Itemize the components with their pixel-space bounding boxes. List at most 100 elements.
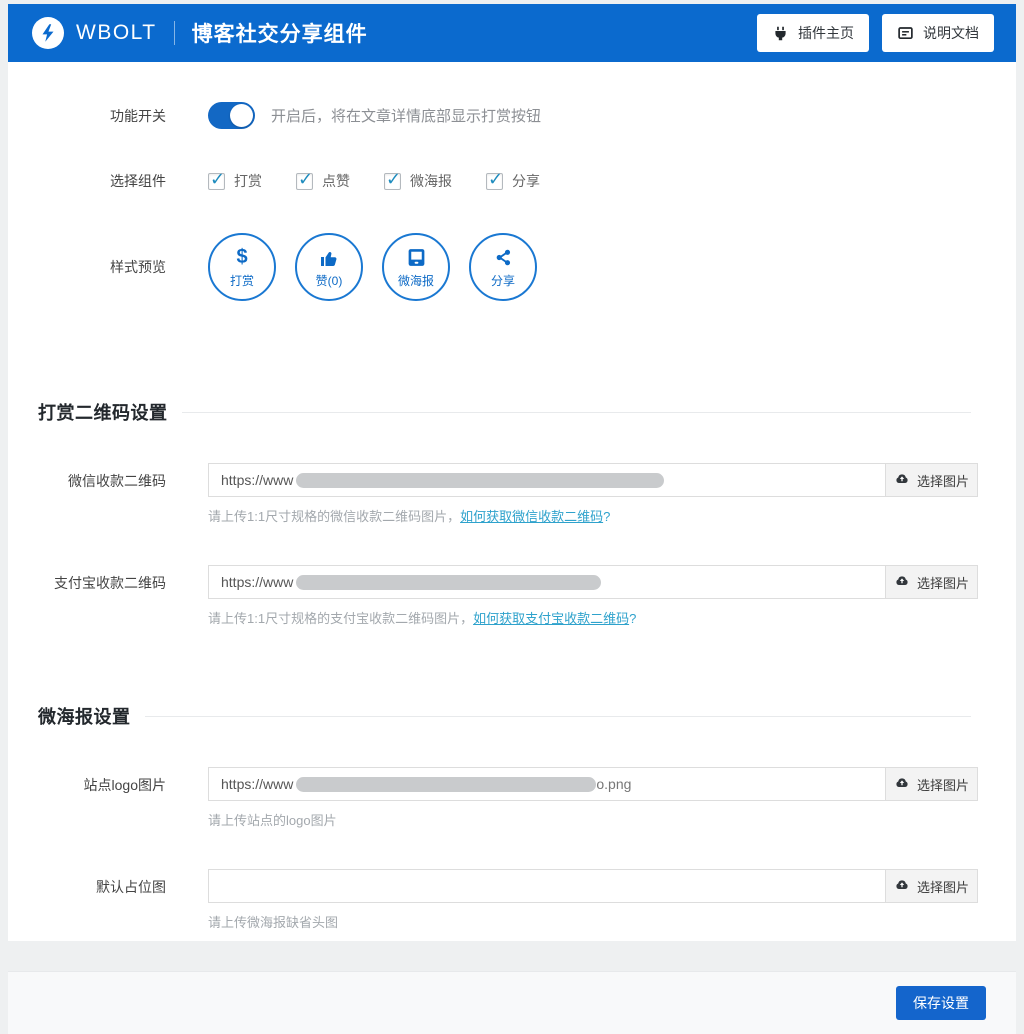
- checkbox-like[interactable]: ✓ 点赞: [296, 171, 350, 191]
- help-suffix: ?: [629, 611, 636, 626]
- site-logo-help: 请上传站点的logo图片: [208, 810, 978, 829]
- site-logo-label: 站点logo图片: [8, 767, 208, 795]
- preview-row: 样式预览 $ 打赏 赞(0): [8, 233, 1016, 301]
- select-image-label: 选择图片: [917, 775, 969, 794]
- plugin-home-button[interactable]: 插件主页: [757, 14, 869, 52]
- help-prefix: 请上传站点的logo图片: [208, 813, 337, 828]
- checkbox-share-label: 分享: [512, 171, 540, 191]
- page-title: 博客社交分享组件: [192, 18, 368, 48]
- placeholder-image-row: 默认占位图: [8, 869, 1016, 931]
- preview-like-label: 赞(0): [316, 272, 343, 289]
- share-icon: [494, 246, 513, 270]
- toggle-knob: [230, 104, 253, 127]
- wechat-qr-select-image-button[interactable]: 选择图片: [885, 464, 977, 496]
- alipay-qr-label: 支付宝收款二维码: [8, 565, 208, 593]
- feature-toggle[interactable]: [208, 102, 255, 129]
- preview-poster-label: 微海报: [398, 272, 434, 289]
- redacted-url: [296, 473, 664, 488]
- header-divider: [174, 21, 175, 45]
- preview-group: $ 打赏 赞(0): [208, 233, 556, 301]
- footer-bar: 保存设置: [8, 971, 1016, 1034]
- switch-description: 开启后，将在文章详情底部显示打赏按钮: [271, 105, 541, 126]
- alipay-qr-select-image-button[interactable]: 选择图片: [885, 566, 977, 598]
- preview-reward-label: 打赏: [230, 272, 254, 289]
- help-prefix: 请上传1:1尺寸规格的微信收款二维码图片，: [208, 509, 460, 524]
- select-image-label: 选择图片: [917, 471, 969, 490]
- redacted-url: [296, 575, 601, 590]
- switch-row: 功能开关 开启后，将在文章详情底部显示打赏按钮: [8, 102, 1016, 129]
- help-prefix: 请上传1:1尺寸规格的支付宝收款二维码图片，: [208, 611, 473, 626]
- url-suffix: o.png: [596, 776, 631, 792]
- placeholder-image-input[interactable]: [209, 870, 885, 902]
- components-row: 选择组件 ✓ 打赏 ✓ 点赞 ✓ 微海报 ✓ 分享: [8, 171, 1016, 191]
- qr-section-header: 打赏二维码设置: [8, 399, 1016, 425]
- section-divider: [145, 716, 972, 717]
- switch-label: 功能开关: [8, 106, 208, 126]
- checkbox-icon: ✓: [296, 173, 313, 190]
- redacted-url: [296, 777, 596, 792]
- poster-section-header: 微海报设置: [8, 703, 1016, 729]
- qr-section-title: 打赏二维码设置: [38, 399, 168, 425]
- checkbox-poster[interactable]: ✓ 微海报: [384, 171, 452, 191]
- qr-section: 打赏二维码设置 微信收款二维码 https://www: [8, 399, 1016, 627]
- preview-share-button[interactable]: 分享: [469, 233, 537, 301]
- checkbox-poster-label: 微海报: [410, 171, 452, 191]
- wechat-qr-input[interactable]: https://www: [209, 464, 885, 496]
- dollar-icon: $: [236, 246, 247, 270]
- alipay-qr-input[interactable]: https://www: [209, 566, 885, 598]
- section-divider: [182, 412, 972, 413]
- url-prefix: https://www: [221, 776, 293, 792]
- wbolt-logo-icon: [32, 17, 64, 49]
- checkbox-icon: ✓: [486, 173, 503, 190]
- site-logo-select-image-button[interactable]: 选择图片: [885, 768, 977, 800]
- brand-name: WBOLT: [76, 21, 157, 45]
- preview-label: 样式预览: [8, 257, 208, 277]
- plugin-settings-page: WBOLT 博客社交分享组件 插件主页 说明文档: [8, 4, 1016, 941]
- components-label: 选择组件: [8, 171, 208, 191]
- plug-icon: [772, 25, 789, 42]
- checkbox-share[interactable]: ✓ 分享: [486, 171, 540, 191]
- poster-section: 微海报设置 站点logo图片 https://www o.png: [8, 703, 1016, 931]
- upload-cloud-icon: [894, 877, 910, 896]
- upload-cloud-icon: [894, 775, 910, 794]
- wechat-qr-help-link[interactable]: 如何获取微信收款二维码: [460, 509, 603, 524]
- url-prefix: https://www: [221, 472, 293, 488]
- alipay-qr-help-link[interactable]: 如何获取支付宝收款二维码: [473, 611, 629, 626]
- preview-share-label: 分享: [491, 272, 515, 289]
- select-image-label: 选择图片: [917, 573, 969, 592]
- site-logo-input[interactable]: https://www o.png: [209, 768, 885, 800]
- preview-reward-button[interactable]: $ 打赏: [208, 233, 276, 301]
- help-suffix: ?: [603, 509, 610, 524]
- checkbox-icon: ✓: [384, 173, 401, 190]
- placeholder-image-help: 请上传微海报缺省头图: [208, 912, 978, 931]
- select-image-label: 选择图片: [917, 877, 969, 896]
- header-bar: WBOLT 博客社交分享组件 插件主页 说明文档: [8, 4, 1016, 62]
- placeholder-select-image-button[interactable]: 选择图片: [885, 870, 977, 902]
- alipay-qr-row: 支付宝收款二维码 https://www: [8, 565, 1016, 627]
- poster-section-title: 微海报设置: [38, 703, 131, 729]
- checkbox-reward-label: 打赏: [234, 171, 262, 191]
- site-logo-row: 站点logo图片 https://www o.png: [8, 767, 1016, 829]
- help-prefix: 请上传微海报缺省头图: [208, 915, 338, 930]
- wechat-qr-label: 微信收款二维码: [8, 463, 208, 491]
- wechat-qr-row: 微信收款二维码 https://www: [8, 463, 1016, 525]
- settings-form: 功能开关 开启后，将在文章详情底部显示打赏按钮 选择组件 ✓ 打赏 ✓ 点赞 ✓: [8, 62, 1016, 971]
- preview-poster-button[interactable]: 微海报: [382, 233, 450, 301]
- plugin-home-label: 插件主页: [798, 23, 854, 43]
- alipay-qr-help: 请上传1:1尺寸规格的支付宝收款二维码图片，如何获取支付宝收款二维码?: [208, 608, 978, 627]
- placeholder-image-label: 默认占位图: [8, 869, 208, 897]
- document-icon: [897, 25, 914, 42]
- checkbox-like-label: 点赞: [322, 171, 350, 191]
- save-settings-button[interactable]: 保存设置: [896, 986, 986, 1020]
- thumbs-up-icon: [319, 246, 339, 270]
- components-checkbox-group: ✓ 打赏 ✓ 点赞 ✓ 微海报 ✓ 分享: [208, 171, 574, 191]
- docs-label: 说明文档: [923, 23, 979, 43]
- checkbox-reward[interactable]: ✓ 打赏: [208, 171, 262, 191]
- poster-icon: [406, 246, 427, 270]
- url-prefix: https://www: [221, 574, 293, 590]
- docs-button[interactable]: 说明文档: [882, 14, 994, 52]
- checkbox-icon: ✓: [208, 173, 225, 190]
- upload-cloud-icon: [894, 471, 910, 490]
- wechat-qr-help: 请上传1:1尺寸规格的微信收款二维码图片，如何获取微信收款二维码?: [208, 506, 978, 525]
- preview-like-button[interactable]: 赞(0): [295, 233, 363, 301]
